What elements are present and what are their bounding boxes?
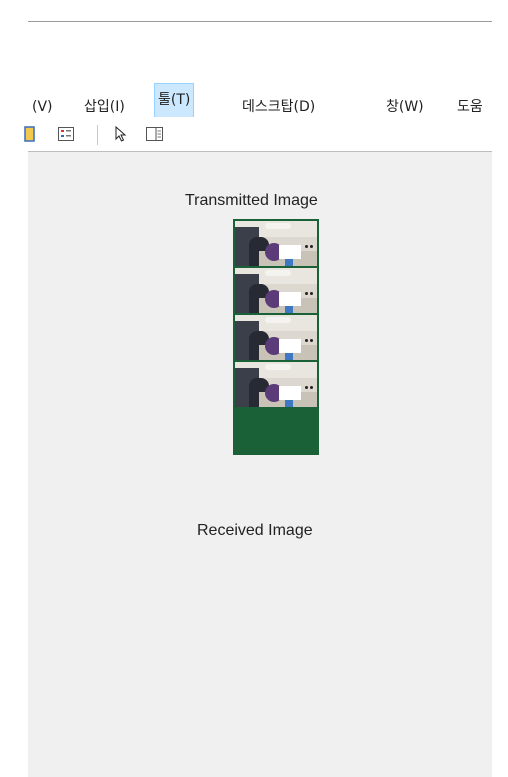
menu-window[interactable]: 창(W) <box>384 98 426 117</box>
menu-bar: (V) 삽입(I) 툴(T) 데스크탑(D) 창(W) 도움 <box>28 83 492 118</box>
received-image-title: Received Image <box>197 522 313 539</box>
video-frame <box>235 221 317 266</box>
transmitted-image <box>233 219 319 455</box>
menu-view[interactable]: (V) <box>30 98 55 117</box>
color-box-icon[interactable] <box>24 126 40 142</box>
window-title-divider <box>28 21 492 22</box>
toolbar-separator <box>97 125 98 145</box>
legend-icon[interactable] <box>58 126 74 142</box>
menu-help[interactable]: 도움 <box>455 98 485 117</box>
menu-tools[interactable]: 툴(T) <box>154 83 195 118</box>
transmitted-image-title: Transmitted Image <box>185 192 318 209</box>
figure-window: (V) 삽입(I) 툴(T) 데스크탑(D) 창(W) 도움 Transmitt… <box>24 83 492 777</box>
cursor-arrow-icon[interactable] <box>114 125 130 142</box>
figure-toolbar <box>24 117 492 152</box>
property-inspector-icon[interactable] <box>146 126 163 142</box>
video-frame <box>235 315 317 360</box>
menu-desktop[interactable]: 데스크탑(D) <box>240 98 317 117</box>
video-frame <box>235 362 317 407</box>
video-frame <box>235 268 317 313</box>
menu-insert[interactable]: 삽입(I) <box>82 98 127 117</box>
